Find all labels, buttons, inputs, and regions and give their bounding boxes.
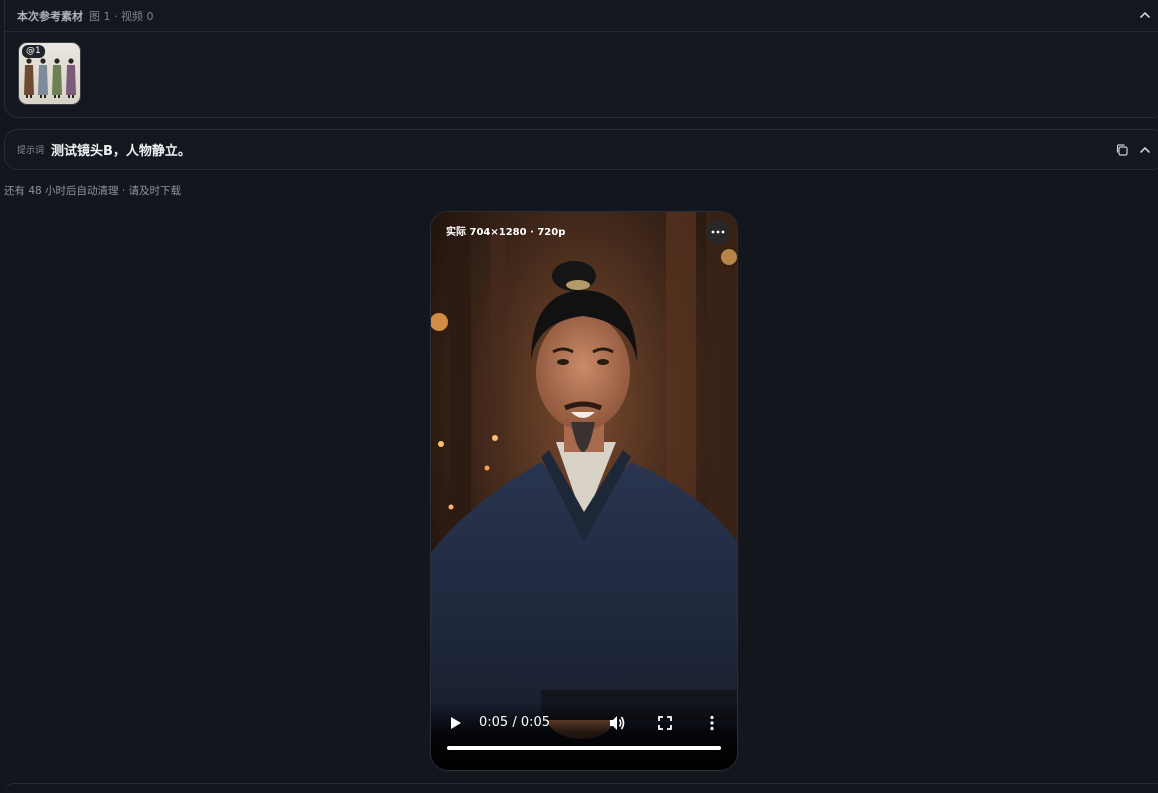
reference-header[interactable]: 本次参考素材 图 1 · 视频 0 (5, 0, 1158, 32)
next-panel-edge (4, 783, 1158, 793)
progress-fill (447, 746, 721, 750)
fullscreen-icon[interactable] (656, 714, 674, 732)
expiry-notice: 还有 48 小时后自动清理 · 请及时下载 (4, 185, 182, 197)
reference-count: 图 1 · 视频 0 (89, 9, 154, 23)
progress-bar[interactable] (447, 746, 721, 750)
thumbnail-badge: @1 (22, 45, 45, 58)
video-frame (431, 212, 737, 770)
video-controls: 0:05 / 0:05 (431, 702, 737, 770)
video-player[interactable]: 实际 704×1280 · 720p 0:05 / 0:05 (430, 211, 738, 771)
reference-thumbnail[interactable]: @1 (18, 42, 81, 105)
play-icon[interactable] (447, 714, 465, 732)
resolution-label: 实际 704×1280 · 720p (446, 227, 566, 238)
chevron-up-icon[interactable] (1136, 6, 1154, 24)
more-horizontal-icon[interactable] (706, 220, 730, 244)
volume-icon[interactable] (607, 713, 627, 733)
prompt-panel: 提示词 测试镜头B，人物静立。 (4, 129, 1158, 170)
more-vertical-icon[interactable] (703, 714, 721, 732)
reference-title: 本次参考素材 (17, 9, 83, 23)
copy-icon[interactable] (1113, 141, 1131, 159)
chevron-up-icon[interactable] (1136, 141, 1154, 159)
reference-panel: 本次参考素材 图 1 · 视频 0 @1 (4, 0, 1158, 118)
prompt-label: 提示词 (17, 146, 45, 156)
prompt-text: 测试镜头B，人物静立。 (51, 144, 191, 159)
video-time: 0:05 / 0:05 (479, 715, 551, 730)
